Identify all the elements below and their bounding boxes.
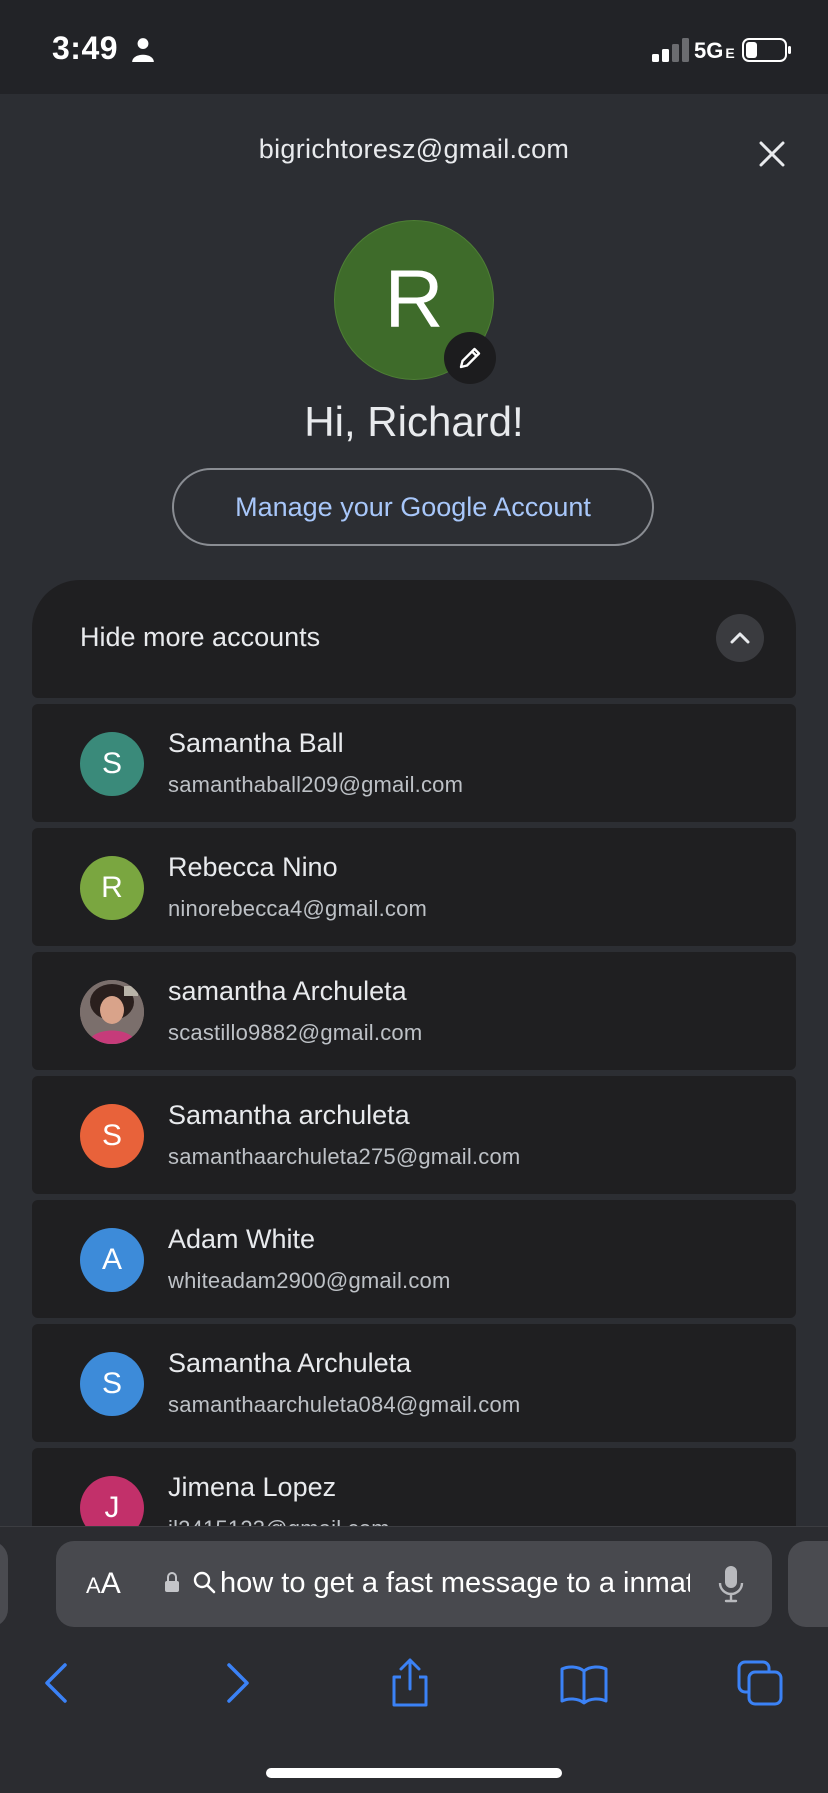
back-icon[interactable]: [32, 1657, 84, 1709]
account-name: samantha Archuleta: [168, 976, 407, 1006]
account-photo-avatar: [80, 980, 144, 1044]
account-avatar: R: [80, 856, 144, 920]
lock-icon: [165, 1572, 179, 1592]
account-name: Samantha Ball: [168, 728, 344, 758]
profile-photo: [80, 980, 144, 1044]
account-row[interactable]: S Samantha Archuleta samanthaarchuleta08…: [32, 1324, 796, 1442]
other-accounts-panel: Hide more accounts S Samantha Ball saman…: [32, 580, 796, 1526]
status-time: 3:49: [52, 30, 119, 66]
bookmarks-icon[interactable]: [558, 1657, 610, 1709]
account-email: ninorebecca4@gmail.com: [168, 896, 428, 921]
network-indicator: 5G E: [694, 38, 735, 63]
account-row[interactable]: S Samantha archuleta samanthaarchuleta27…: [32, 1076, 796, 1194]
previous-tab-preview[interactable]: [0, 1541, 8, 1627]
signal-icon: [652, 38, 689, 62]
account-avatar: J: [80, 1476, 144, 1526]
manage-google-account-button[interactable]: Manage your Google Account: [172, 468, 654, 546]
account-row[interactable]: samantha Archuleta scastillo9882@gmail.c…: [32, 952, 796, 1070]
account-row[interactable]: A Adam White whiteadam2900@gmail.com: [32, 1200, 796, 1318]
tabs-icon[interactable]: [734, 1657, 786, 1709]
share-icon[interactable]: [384, 1657, 436, 1709]
account-avatar: S: [80, 732, 144, 796]
account-avatar: A: [80, 1228, 144, 1292]
forward-icon[interactable]: [210, 1657, 262, 1709]
address-bar[interactable]: AA how to get a fast message to a inmate: [56, 1541, 772, 1627]
pencil-icon: [459, 347, 481, 369]
chevron-up-icon: [730, 632, 750, 644]
account-row[interactable]: J Jimena Lopez jl2415123@gmail.com: [32, 1448, 796, 1526]
account-name: Samantha Archuleta: [168, 1348, 412, 1378]
account-row[interactable]: R Rebecca Nino ninorebecca4@gmail.com: [32, 828, 796, 946]
text-size-button[interactable]: AA: [86, 1567, 121, 1601]
account-email: samanthaarchuleta275@gmail.com: [168, 1144, 521, 1169]
greeting: Hi, Richard!: [304, 398, 524, 445]
account-email: jl2415123@gmail.com: [168, 1516, 390, 1526]
account-email: whiteadam2900@gmail.com: [168, 1268, 451, 1293]
search-icon: [193, 1571, 216, 1594]
account-email: samanthaball209@gmail.com: [168, 772, 464, 797]
account-row[interactable]: S Samantha Ball samanthaball209@gmail.co…: [32, 704, 796, 822]
hide-more-accounts-label: Hide more accounts: [80, 622, 321, 652]
edit-avatar-button[interactable]: [444, 332, 496, 384]
avatar-initial: R: [384, 254, 444, 345]
status-bar: 3:49 5G E: [0, 0, 828, 94]
hide-more-accounts-toggle[interactable]: Hide more accounts: [32, 580, 796, 698]
close-icon[interactable]: [752, 134, 792, 174]
account-email: samanthaarchuleta084@gmail.com: [168, 1392, 521, 1417]
microphone-icon[interactable]: [718, 1565, 744, 1603]
url-text: how to get a fast message to a inmate: [220, 1567, 690, 1599]
account-name: Rebecca Nino: [168, 852, 338, 882]
account-switcher-sheet: bigrichtoresz@gmail.com R Hi, Richard! M…: [0, 94, 828, 1526]
account-name: Samantha archuleta: [168, 1100, 410, 1130]
person-icon: [132, 38, 154, 62]
battery-icon: [742, 38, 791, 62]
account-avatar: S: [80, 1104, 144, 1168]
account-email: scastillo9882@gmail.com: [168, 1020, 423, 1045]
home-indicator: [266, 1768, 562, 1778]
browser-bottom-bar: AA how to get a fast message to a inmate: [0, 1526, 828, 1793]
collapse-button[interactable]: [716, 614, 764, 662]
account-avatar: S: [80, 1352, 144, 1416]
account-name: Adam White: [168, 1224, 316, 1254]
account-name: Jimena Lopez: [168, 1472, 337, 1502]
next-tab-preview[interactable]: [788, 1541, 828, 1627]
current-account-email: bigrichtoresz@gmail.com: [258, 134, 570, 164]
